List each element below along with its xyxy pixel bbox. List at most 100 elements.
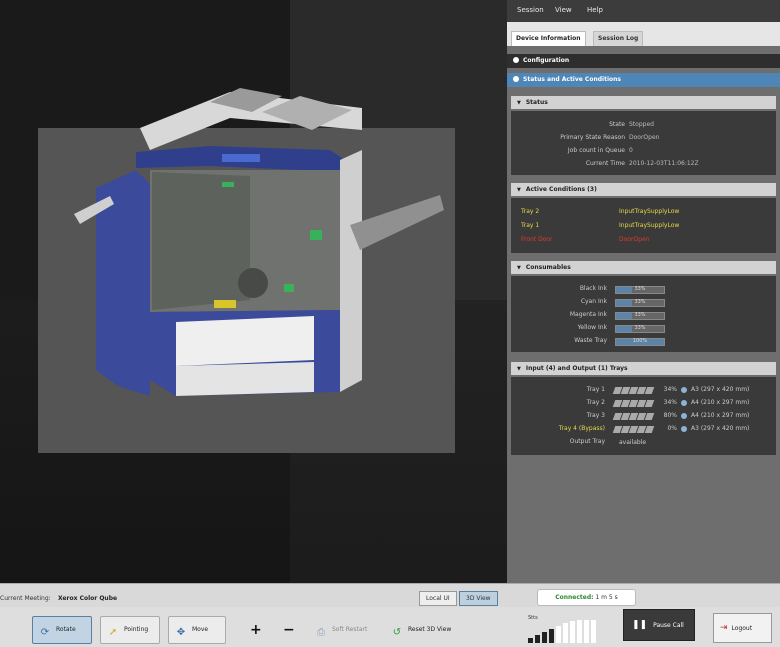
tab-device-information[interactable]: Device Information: [511, 31, 586, 46]
triangle-down-icon: ▼: [517, 100, 521, 106]
consumables-box: Black Ink 33% Cyan Ink 33% Magenta Ink 3…: [511, 276, 776, 352]
section-configuration-label: Configuration: [523, 57, 570, 64]
tray-name: Tray 1: [586, 386, 605, 393]
info-icon[interactable]: [681, 426, 687, 432]
printer-3d-model[interactable]: [0, 0, 507, 583]
tray-row: Tray 2 34% A4 (210 x 297 mm): [511, 399, 776, 410]
conditions-box: Tray 2 InputTraySupplyLow Tray 1 InputTr…: [511, 198, 776, 253]
trays-box: Tray 1 34% A3 (297 x 420 mm) Tray 2 34% …: [511, 377, 776, 455]
pointing-label: Pointing: [124, 626, 149, 633]
reset-3d-view-button[interactable]: ↺ Reset 3D View: [384, 616, 464, 644]
consumable-pct: 100%: [632, 338, 648, 344]
green-lever: [222, 182, 234, 187]
meeting-value: Xerox Color Qube: [58, 595, 118, 602]
consumable-label: Cyan Ink: [580, 298, 607, 305]
paper-stack-icon: [612, 413, 655, 422]
triangle-down-icon: ▼: [517, 265, 521, 271]
reason-value: DoorOpen: [629, 134, 660, 141]
menu-session[interactable]: Session: [517, 6, 544, 14]
subsection-consumables-label: Consumables: [525, 264, 571, 271]
tray-pct: 80%: [663, 412, 677, 419]
section-configuration[interactable]: Configuration: [507, 54, 780, 68]
printer-icon: ⎙: [317, 627, 325, 638]
pointing-button[interactable]: ➚ Pointing: [100, 616, 160, 644]
logout-icon: ⇥: [720, 623, 728, 633]
move-label: Move: [192, 626, 209, 633]
device-info-panel: Session View Help Device Information Ses…: [507, 0, 780, 583]
logout-label: Logout: [731, 625, 753, 632]
zoom-out-button[interactable]: −: [283, 622, 295, 638]
time-label: Current Time: [585, 160, 625, 167]
local-ui-button[interactable]: Local UI: [419, 591, 457, 606]
tab-session-log[interactable]: Session Log: [593, 31, 644, 46]
consumable-bar: 100%: [615, 338, 665, 346]
state-label: State: [609, 121, 625, 128]
meeting-label: Current Meeting:: [0, 595, 51, 602]
consumable-label: Magenta Ink: [569, 311, 607, 318]
tray-name: Tray 2: [586, 399, 605, 406]
menu-bar: Session View Help: [507, 0, 780, 22]
section-status-conditions-label: Status and Active Conditions: [523, 76, 621, 83]
pause-icon: ❚❚: [632, 620, 648, 630]
info-icon[interactable]: [681, 387, 687, 393]
3d-view-button[interactable]: 3D View: [459, 591, 498, 606]
consumable-pct: 33%: [634, 312, 646, 318]
info-icon[interactable]: [681, 400, 687, 406]
signal-indicator: Stts: [528, 615, 602, 646]
interior-left: [152, 172, 250, 310]
paper-drawer-2: [176, 362, 314, 396]
output-tray-name: Output Tray: [569, 438, 605, 445]
subsection-consumables[interactable]: ▼ Consumables: [511, 261, 776, 274]
move-button[interactable]: ✥ Move: [168, 616, 226, 644]
zoom-in-button[interactable]: +: [250, 622, 262, 638]
section-status-conditions[interactable]: Status and Active Conditions: [507, 73, 780, 87]
move-icon: ✥: [176, 627, 186, 638]
condition-value: InputTraySupplyLow: [619, 208, 680, 215]
status-bar: Current Meeting: Xerox Color Qube Local …: [0, 583, 780, 608]
consumable-label: Black Ink: [579, 285, 607, 292]
reason-label: Primary State Reason: [560, 134, 625, 141]
pause-call-button[interactable]: ❚❚ Pause Call: [623, 609, 695, 641]
pause-call-label: Pause Call: [653, 622, 684, 629]
expand-icon: [513, 76, 519, 82]
subsection-status[interactable]: ▼ Status: [511, 96, 776, 109]
consumable-bar: 33%: [615, 286, 665, 294]
tray-name: Tray 3: [586, 412, 605, 419]
condition-name: Tray 2: [521, 208, 540, 215]
consumable-bar: 33%: [615, 299, 665, 307]
subsection-trays[interactable]: ▼ Input (4) and Output (1) Trays: [511, 362, 776, 375]
tab-strip: Device Information Session Log: [507, 22, 780, 46]
menu-help[interactable]: Help: [587, 6, 603, 14]
time-value: 2010-12-03T11:06:12Z: [629, 160, 699, 167]
tray-pct: 34%: [663, 386, 677, 393]
subsection-status-label: Status: [525, 99, 548, 106]
menu-view[interactable]: View: [555, 6, 572, 14]
soft-restart-button[interactable]: ⎙ Soft Restart: [308, 616, 376, 644]
green-lever-2: [310, 230, 322, 240]
consumable-pct: 33%: [634, 325, 646, 331]
collapse-icon: [513, 57, 519, 63]
jobs-label: Job count in Queue: [567, 147, 625, 154]
rotate-icon: ⟳: [40, 627, 50, 638]
triangle-down-icon: ▼: [517, 187, 521, 193]
reset-icon: ↺: [392, 627, 402, 638]
condition-value: InputTraySupplyLow: [619, 222, 680, 229]
rotate-button[interactable]: ⟳ Rotate: [32, 616, 92, 644]
pointer-icon: ➚: [108, 627, 118, 638]
connected-time: 1 m 5 s: [595, 594, 618, 601]
3d-viewport[interactable]: [0, 0, 507, 583]
tray-pct: 0%: [667, 425, 677, 432]
info-icon[interactable]: [681, 413, 687, 419]
consumable-pct: 33%: [634, 286, 646, 292]
consumable-bar: 33%: [615, 312, 665, 320]
subsection-active-conditions[interactable]: ▼ Active Conditions (3): [511, 183, 776, 196]
triangle-down-icon: ▼: [517, 366, 521, 372]
condition-name: Front Door: [521, 236, 553, 243]
paper-stack-icon: [612, 387, 655, 396]
subsection-trays-label: Input (4) and Output (1) Trays: [525, 365, 628, 372]
tray-row: Tray 3 80% A4 (210 x 297 mm): [511, 412, 776, 423]
tray-size: A3 (297 x 420 mm): [691, 425, 750, 432]
logout-button[interactable]: ⇥ Logout: [713, 613, 772, 643]
consumable-pct: 33%: [634, 299, 646, 305]
tray-row: Tray 1 34% A3 (297 x 420 mm): [511, 386, 776, 397]
